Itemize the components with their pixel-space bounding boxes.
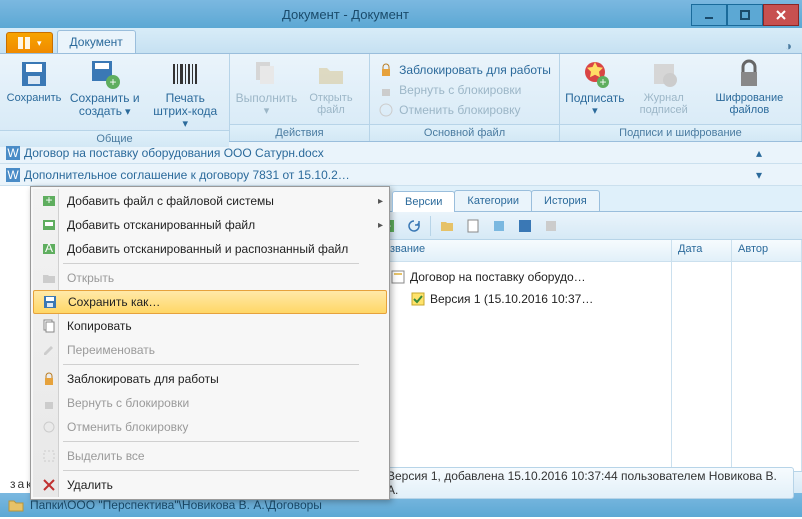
- lock-work-item[interactable]: Заблокировать для работы: [378, 60, 551, 80]
- ribbon: Сохранить + Сохранить и создать ▾ Печать…: [0, 54, 802, 142]
- right-tabs: ▸ Версии Категории История: [370, 186, 802, 212]
- submenu-arrow-icon: ▸: [378, 220, 383, 231]
- maximize-button[interactable]: [727, 4, 763, 26]
- status-text: Версия 1, добавлена 15.10.2016 10:37:44 …: [378, 467, 794, 499]
- menu-row: ▾ Документ ◑: [0, 28, 802, 54]
- col-date-header[interactable]: Дата: [672, 240, 731, 262]
- tab-versions[interactable]: Версии: [392, 191, 455, 212]
- doc-row-1[interactable]: W Договор на поставку оборудования ООО С…: [0, 142, 802, 164]
- scroll-down-icon[interactable]: ▾: [756, 168, 762, 182]
- svg-text:A: A: [45, 241, 53, 255]
- svg-text:W: W: [7, 168, 19, 182]
- ctx-add-scan-ocr[interactable]: AДобавить отсканированный и распознанный…: [33, 237, 387, 261]
- window-title: Документ - Документ: [0, 7, 691, 22]
- tree-root-row[interactable]: − Договор на поставку оборудо…: [374, 266, 667, 288]
- close-button[interactable]: [763, 4, 799, 26]
- versions-table: Название − Договор на поставку оборудо… …: [370, 240, 802, 471]
- path-text: Папки\ООО "Перспектива"\Новикова В. А.\Д…: [30, 498, 322, 512]
- group-actions-label: Действия: [230, 124, 369, 141]
- minimize-button[interactable]: [691, 4, 727, 26]
- svg-text:+: +: [45, 193, 52, 207]
- folder-icon: [8, 498, 24, 512]
- ctx-delete[interactable]: Удалить: [33, 473, 387, 497]
- word-file-icon: W: [6, 146, 20, 160]
- cancel-lock-item[interactable]: Отменить блокировку: [378, 100, 551, 120]
- group-general-label: Общие: [0, 130, 229, 147]
- tool-link-icon[interactable]: [489, 216, 509, 236]
- version-icon: [410, 291, 426, 307]
- scroll-up-icon[interactable]: ▴: [756, 146, 762, 160]
- ctx-lock[interactable]: Заблокировать для работы: [33, 367, 387, 391]
- tree-version-row[interactable]: Версия 1 (15.10.2016 10:37…: [374, 288, 667, 310]
- ctx-open[interactable]: Открыть: [33, 266, 387, 290]
- right-panel: ▸ Версии Категории История + Название −: [370, 186, 802, 493]
- ctx-copy[interactable]: Копировать: [33, 314, 387, 338]
- refresh-icon[interactable]: [404, 216, 424, 236]
- doc-row-2[interactable]: W Дополнительное соглашение к договору 7…: [0, 164, 802, 186]
- svg-text:+: +: [599, 75, 606, 89]
- doc-filename: Договор на поставку оборудования ООО Сат…: [24, 146, 752, 160]
- group-signs-label: Подписи и шифрование: [560, 124, 801, 141]
- document-preview: заключили настоящий договор о +Добавить …: [0, 186, 370, 493]
- save-create-button[interactable]: + Сохранить и создать ▾: [66, 58, 143, 130]
- sign-button[interactable]: + Подписать ▾: [568, 58, 622, 117]
- context-menu: +Добавить файл с файловой системы▸ Добав…: [30, 186, 390, 500]
- open-file-button[interactable]: Открыть файл: [301, 58, 361, 117]
- app-menu-button[interactable]: ▾: [6, 32, 53, 53]
- sign-log-button[interactable]: Журнал подписей: [628, 58, 700, 117]
- barcode-button[interactable]: Печать штрих-кода ▾: [149, 58, 221, 130]
- tab-document[interactable]: Документ: [57, 30, 136, 53]
- doc-filename: Дополнительное соглашение к договору 783…: [24, 168, 752, 182]
- ctx-select-all[interactable]: Выделить все: [33, 444, 387, 468]
- right-toolbar: +: [370, 212, 802, 240]
- unlock-item[interactable]: Вернуть с блокировки: [378, 80, 551, 100]
- col-name-header[interactable]: Название: [370, 240, 671, 262]
- tool-doc-icon[interactable]: [463, 216, 483, 236]
- submenu-arrow-icon: ▸: [378, 196, 383, 207]
- tool-more-icon[interactable]: [541, 216, 561, 236]
- ctx-add-from-fs[interactable]: +Добавить файл с файловой системы▸: [33, 189, 387, 213]
- doc-file-list: W Договор на поставку оборудования ООО С…: [0, 142, 802, 186]
- encrypt-button[interactable]: Шифрование файлов: [706, 58, 793, 117]
- ctx-save-as[interactable]: Сохранить как…: [33, 290, 387, 314]
- tab-history[interactable]: История: [531, 190, 600, 211]
- tab-categories[interactable]: Категории: [454, 190, 532, 211]
- doc-icon: [390, 269, 406, 285]
- tree-root-label: Договор на поставку оборудо…: [410, 270, 586, 284]
- group-mainfile-label: Основной файл: [370, 124, 559, 141]
- word-file-icon: W: [6, 168, 20, 182]
- ctx-add-scan[interactable]: Добавить отсканированный файл▸: [33, 213, 387, 237]
- col-author-header[interactable]: Автор: [732, 240, 801, 262]
- ctx-rename[interactable]: Переименовать: [33, 338, 387, 362]
- ctx-cancel-lock[interactable]: Отменить блокировку: [33, 415, 387, 439]
- svg-text:+: +: [109, 75, 116, 89]
- save-button[interactable]: Сохранить: [8, 58, 60, 130]
- ctx-return-lock[interactable]: Вернуть с блокировки: [33, 391, 387, 415]
- right-status: Версия 1, добавлена 15.10.2016 10:37:44 …: [370, 471, 802, 493]
- help-icon[interactable]: ◑: [775, 39, 802, 53]
- title-bar: Документ - Документ: [0, 0, 802, 28]
- svg-text:W: W: [7, 146, 19, 160]
- app-menu-icon: [17, 36, 33, 50]
- tree-v1-label: Версия 1 (15.10.2016 10:37…: [430, 292, 593, 306]
- tool-save-icon[interactable]: [515, 216, 535, 236]
- execute-button[interactable]: Выполнить ▾: [238, 58, 295, 117]
- tool-folder-icon[interactable]: [437, 216, 457, 236]
